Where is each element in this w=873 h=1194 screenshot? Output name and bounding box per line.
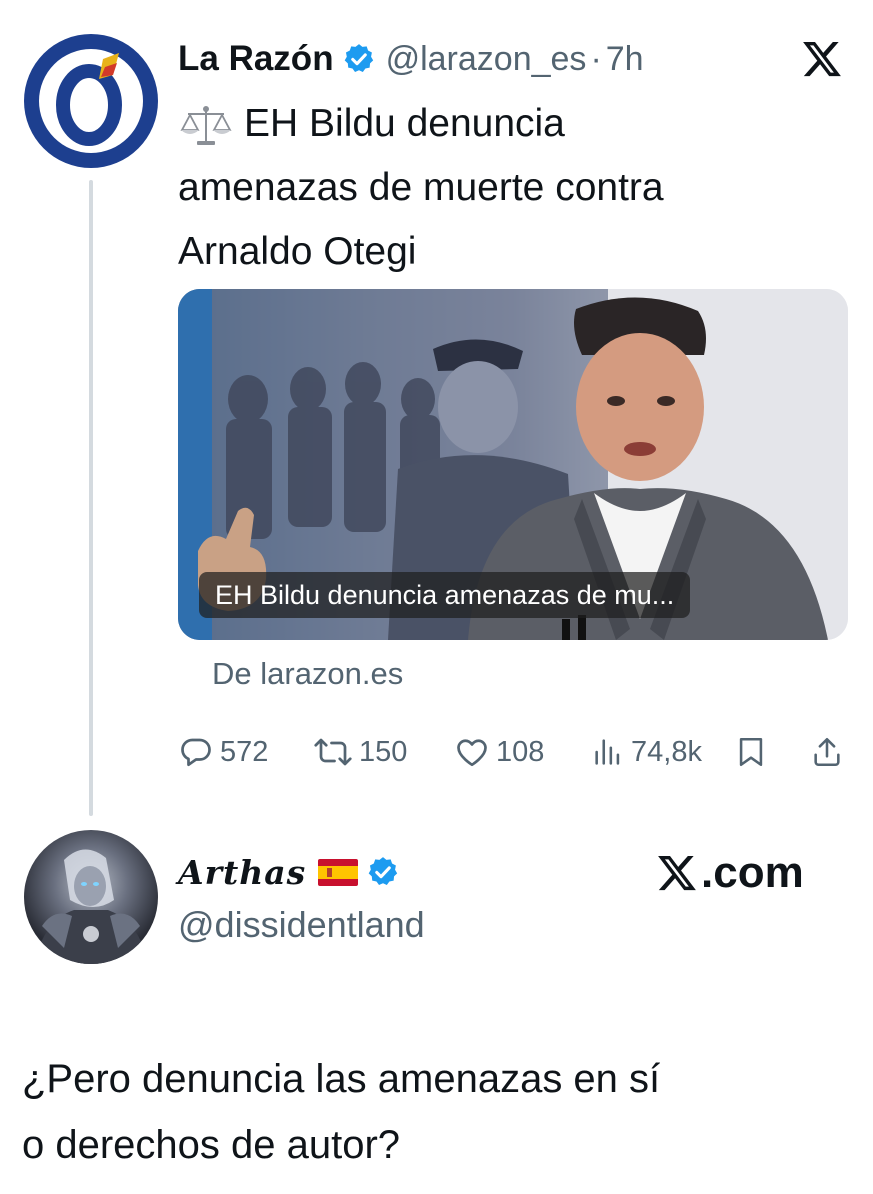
link-card-source[interactable]: De larazon.es bbox=[212, 656, 403, 692]
tweet-header: La Razón @larazon_es · 7h bbox=[178, 34, 644, 84]
like-button[interactable]: 108 bbox=[454, 730, 544, 774]
author-name[interactable]: La Razón bbox=[178, 39, 334, 79]
like-count: 108 bbox=[496, 735, 545, 768]
reply-author-handle[interactable]: @dissidentland bbox=[178, 904, 425, 946]
tweet-line-2: amenazas de muerte contra bbox=[178, 166, 664, 209]
reply-header: Arthas bbox=[178, 848, 410, 896]
tweet-line-1: EH Bildu denuncia bbox=[178, 92, 818, 156]
verified-icon bbox=[344, 44, 373, 73]
reply-body: ¿Pero denuncia las amenazas en sí o dere… bbox=[22, 1046, 852, 1178]
repost-count: 150 bbox=[359, 735, 408, 768]
views-icon bbox=[595, 739, 620, 765]
reply-author-name[interactable]: Arthas bbox=[178, 853, 306, 892]
tweet-body: EH Bildu denuncia amenazas de muerte con… bbox=[178, 92, 818, 284]
views-count: 74,8k bbox=[631, 735, 702, 768]
share-icon bbox=[814, 737, 840, 767]
share-button[interactable] bbox=[810, 730, 850, 774]
repost-button[interactable]: 150 bbox=[313, 730, 407, 774]
tweet-line-3: Arnaldo Otegi bbox=[178, 230, 417, 273]
reply-count: 572 bbox=[220, 735, 269, 768]
bookmark-icon bbox=[739, 737, 763, 767]
repost-icon bbox=[314, 738, 352, 766]
reply-icon bbox=[181, 738, 211, 767]
reply-line-1: ¿Pero denuncia las amenazas en sí bbox=[22, 1057, 661, 1101]
larazon-logo-icon bbox=[39, 49, 143, 153]
tweet-timestamp[interactable]: 7h bbox=[606, 40, 644, 79]
header-separator: · bbox=[590, 39, 602, 78]
thread-connector-line bbox=[89, 180, 93, 816]
tweet-actions: 572 150 108 74,8k bbox=[178, 730, 848, 774]
views-button[interactable]: 74,8k bbox=[591, 730, 702, 774]
larazon-avatar[interactable] bbox=[24, 34, 158, 168]
x-logo-icon bbox=[803, 42, 841, 77]
bookmark-button[interactable] bbox=[734, 730, 774, 774]
reply-button[interactable]: 572 bbox=[178, 730, 268, 774]
like-icon bbox=[457, 739, 487, 767]
link-card-caption[interactable]: EH Bildu denuncia amenazas de mu... bbox=[199, 572, 691, 618]
scale-icon bbox=[180, 105, 232, 145]
x-com-watermark: .com bbox=[655, 846, 804, 900]
verified-icon bbox=[368, 857, 398, 886]
author-handle[interactable]: @larazon_es bbox=[386, 40, 587, 79]
arthas-avatar-image bbox=[34, 849, 148, 964]
x-logo-icon bbox=[658, 856, 696, 891]
x-com-text: .com bbox=[701, 848, 804, 897]
spain-flag-icon bbox=[318, 858, 359, 886]
arthas-avatar[interactable] bbox=[24, 830, 158, 964]
reply-line-2: o derechos de autor? bbox=[22, 1123, 401, 1167]
